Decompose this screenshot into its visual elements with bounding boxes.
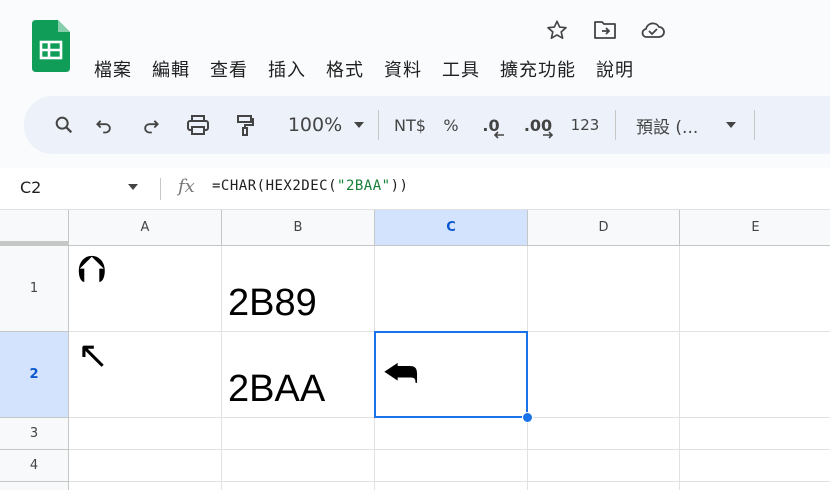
cell-a1[interactable]: ⮉: [69, 246, 222, 332]
name-box-dropdown-icon[interactable]: [128, 184, 138, 190]
increase-decimal-button[interactable]: .00: [513, 107, 563, 143]
menu-edit[interactable]: 編輯: [152, 56, 202, 82]
cell-d1[interactable]: [528, 246, 680, 332]
cell-b1[interactable]: 2B89: [222, 246, 375, 332]
toolbar-separator: [754, 110, 755, 140]
row-header-1[interactable]: 1: [0, 246, 69, 332]
select-all-corner[interactable]: [0, 210, 69, 246]
column-header-c[interactable]: C: [375, 210, 528, 246]
column-header-d[interactable]: D: [528, 210, 680, 246]
more-formats-button[interactable]: 123: [563, 107, 607, 143]
menu-bar: 檔案 編輯 查看 插入 格式 資料 工具 擴充功能 說明: [94, 56, 654, 82]
cell-b2[interactable]: 2BAA: [222, 332, 375, 418]
star-icon[interactable]: [540, 16, 574, 44]
fill-handle[interactable]: [522, 412, 533, 423]
menu-data[interactable]: 資料: [384, 56, 434, 82]
toolbar: 100% NT$ % .0 .00 123 預設 (...: [24, 96, 830, 154]
cell-a2[interactable]: ↖: [69, 332, 222, 418]
menu-file[interactable]: 檔案: [94, 56, 144, 82]
move-to-folder-icon[interactable]: [588, 16, 622, 44]
cell-e3[interactable]: [680, 418, 830, 450]
cell-a1-value: ⮉: [77, 247, 106, 291]
toolbar-separator: [615, 110, 616, 140]
cell-a2-value: ↖: [77, 333, 109, 377]
cell-d2[interactable]: [528, 332, 680, 418]
cell-c2-value: ⮪: [383, 351, 419, 395]
font-dropdown-icon[interactable]: [716, 107, 746, 143]
formula-suffix: )): [390, 178, 409, 194]
spreadsheet-grid: A B C D E 1 2 3 4 ⮉ 2B89 ↖ 2BAA ⮪: [0, 210, 830, 490]
currency-format-button[interactable]: NT$: [387, 107, 433, 143]
cell-b2-value: 2BAA: [228, 368, 326, 410]
cell-b1-value: 2B89: [228, 282, 317, 324]
decrease-decimal-button[interactable]: .0: [469, 107, 513, 143]
formula-prefix: =CHAR(HEX2DEC(: [212, 178, 338, 194]
cell-b3[interactable]: [222, 418, 375, 450]
cell-d5[interactable]: [528, 482, 680, 490]
menu-help[interactable]: 說明: [596, 56, 646, 82]
cell-a3[interactable]: [69, 418, 222, 450]
cell-d4[interactable]: [528, 450, 680, 482]
cell-b5[interactable]: [222, 482, 375, 490]
menu-format[interactable]: 格式: [326, 56, 376, 82]
cell-e2[interactable]: [680, 332, 830, 418]
cell-c3[interactable]: [375, 418, 528, 450]
print-icon[interactable]: [174, 107, 222, 143]
cloud-saved-icon[interactable]: [636, 16, 670, 44]
formula-string: "2BAA": [337, 178, 391, 194]
row-header-2[interactable]: 2: [0, 332, 69, 418]
cell-e5[interactable]: [680, 482, 830, 490]
column-header-e[interactable]: E: [680, 210, 830, 246]
formula-bar-separator: [160, 178, 161, 200]
cell-a5[interactable]: [69, 482, 222, 490]
cell-c2[interactable]: ⮪: [375, 332, 528, 418]
search-icon[interactable]: [48, 107, 80, 143]
cell-c4[interactable]: [375, 450, 528, 482]
cell-a4[interactable]: [69, 450, 222, 482]
row-header-4[interactable]: 4: [0, 450, 69, 482]
formula-input[interactable]: =CHAR(HEX2DEC("2BAA")): [212, 178, 408, 194]
column-header-b[interactable]: B: [222, 210, 375, 246]
sheets-logo-icon[interactable]: [30, 20, 70, 72]
column-header-a[interactable]: A: [69, 210, 222, 246]
menu-extensions[interactable]: 擴充功能: [500, 56, 588, 82]
menu-tools[interactable]: 工具: [442, 56, 492, 82]
cell-e1[interactable]: [680, 246, 830, 332]
zoom-value[interactable]: 100%: [282, 107, 348, 143]
cell-d3[interactable]: [528, 418, 680, 450]
cell-c1[interactable]: [375, 246, 528, 332]
cell-b4[interactable]: [222, 450, 375, 482]
zoom-dropdown-icon[interactable]: [348, 107, 370, 143]
menu-insert[interactable]: 插入: [268, 56, 318, 82]
redo-icon[interactable]: [128, 107, 174, 143]
row-header-5[interactable]: [0, 482, 69, 490]
cell-e4[interactable]: [680, 450, 830, 482]
menu-view[interactable]: 查看: [210, 56, 260, 82]
paint-format-icon[interactable]: [222, 107, 268, 143]
fx-icon: fx: [178, 176, 195, 197]
percent-format-button[interactable]: %: [433, 107, 469, 143]
undo-icon[interactable]: [80, 107, 128, 143]
formula-bar: C2 fx =CHAR(HEX2DEC("2BAA")): [0, 168, 830, 210]
font-select[interactable]: 預設 (...: [624, 107, 716, 143]
toolbar-separator: [378, 110, 379, 140]
row-header-3[interactable]: 3: [0, 418, 69, 450]
name-box[interactable]: C2: [20, 178, 41, 197]
cell-c5[interactable]: [375, 482, 528, 490]
